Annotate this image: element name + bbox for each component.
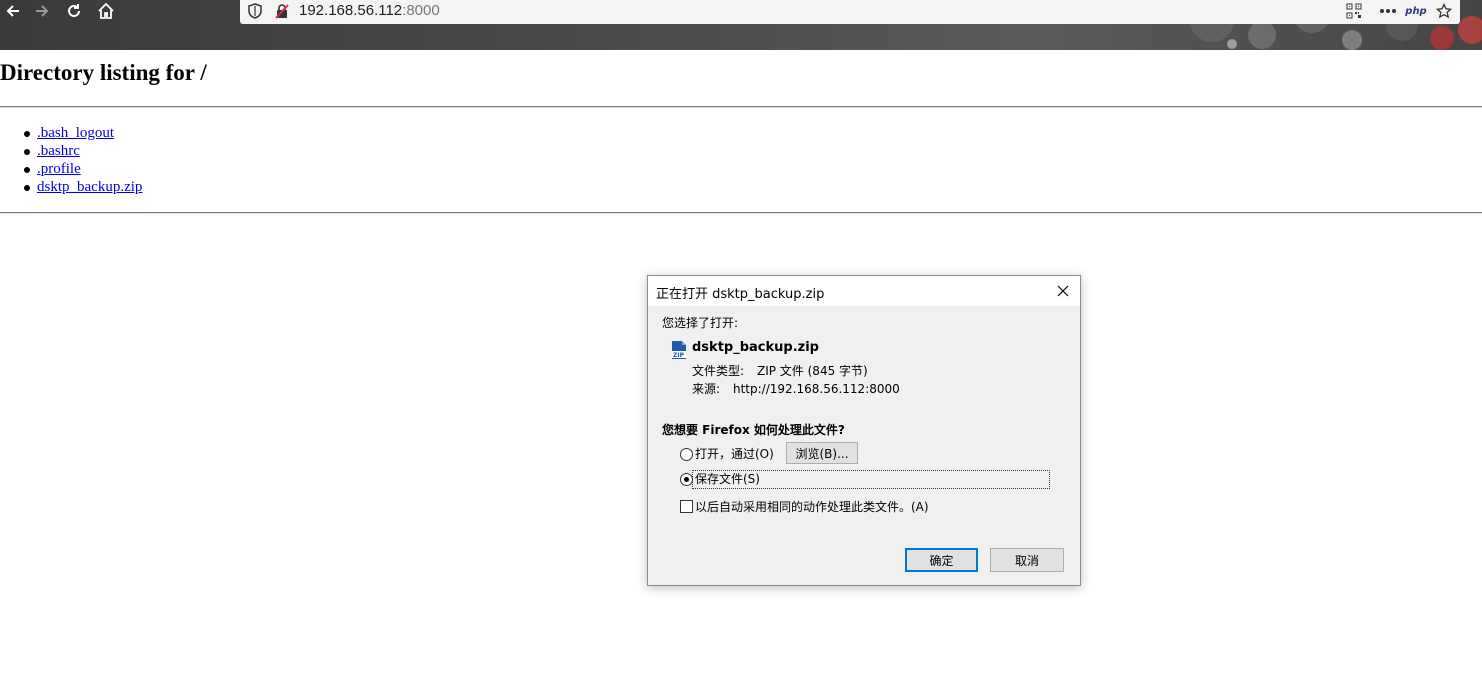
- list-item: .profile: [0, 160, 142, 178]
- cancel-button[interactable]: 取消: [990, 548, 1064, 572]
- url-bar[interactable]: 192.168.56.112:8000 php: [240, 0, 1460, 24]
- file-type-label: 文件类型:: [692, 364, 745, 378]
- forward-arrow-icon: [36, 5, 49, 17]
- open-with-radio[interactable]: [680, 448, 693, 461]
- insecure-connection-lock-icon[interactable]: [273, 2, 291, 20]
- url-host: 192.168.56.112: [299, 2, 403, 19]
- qr-code-icon: [1346, 3, 1362, 19]
- browser-toolbar: 192.168.56.112:8000 php: [0, 0, 1482, 50]
- dialog-close-button[interactable]: [1052, 280, 1074, 302]
- list-item: .bash_logout: [0, 124, 142, 142]
- file-list: .bash_logout .bashrc .profile dsktp_back…: [0, 124, 142, 196]
- list-item: dsktp_backup.zip: [0, 178, 142, 196]
- auto-action-checkbox[interactable]: [680, 500, 693, 513]
- file-link-bashrc[interactable]: .bashrc: [37, 143, 80, 159]
- bookmark-star-button[interactable]: [1434, 2, 1454, 20]
- dialog-title: 正在打开 dsktp_backup.zip: [656, 287, 825, 302]
- dialog-titlebar[interactable]: 正在打开 dsktp_backup.zip: [648, 276, 1080, 306]
- star-icon: [1436, 3, 1452, 19]
- file-link-dsktp-backup-zip[interactable]: dsktp_backup.zip: [37, 179, 142, 195]
- file-link-profile[interactable]: .profile: [37, 161, 81, 177]
- handling-question: 您想要 Firefox 如何处理此文件?: [662, 423, 845, 437]
- close-icon: [1057, 285, 1069, 297]
- reload-icon: [68, 4, 80, 17]
- home-button[interactable]: [93, 0, 119, 22]
- svg-text:ZIP: ZIP: [673, 352, 685, 359]
- top-divider: [0, 106, 1482, 108]
- zip-file-icon: ZIP: [672, 341, 686, 359]
- php-extension-button[interactable]: php: [1405, 2, 1427, 20]
- file-name: dsktp_backup.zip: [692, 340, 819, 355]
- file-type-value: ZIP 文件 (845 字节): [757, 364, 868, 378]
- download-dialog: 正在打开 dsktp_backup.zip 您选择了打开: ZIP dsktp_…: [647, 275, 1081, 586]
- forward-button[interactable]: [29, 0, 55, 22]
- tracking-protection-shield-icon[interactable]: [246, 2, 264, 20]
- more-dots-icon: [1380, 9, 1396, 13]
- save-file-label[interactable]: 保存文件(S): [695, 471, 760, 487]
- auto-action-label[interactable]: 以后自动采用相同的动作处理此类文件。(A): [695, 499, 929, 515]
- source-value: http://192.168.56.112:8000: [733, 382, 900, 396]
- php-badge: php: [1405, 5, 1427, 17]
- reload-button[interactable]: [61, 0, 87, 22]
- file-link-bash-logout[interactable]: .bash_logout: [37, 125, 114, 141]
- ok-button[interactable]: 确定: [905, 548, 978, 572]
- back-button[interactable]: [0, 0, 26, 22]
- source-label: 来源:: [692, 382, 721, 396]
- browse-button[interactable]: 浏览(B)...: [786, 442, 858, 464]
- url-port: :8000: [402, 2, 440, 19]
- chosen-label: 您选择了打开:: [662, 316, 739, 330]
- home-icon: [98, 2, 114, 19]
- page-actions-button[interactable]: [1378, 2, 1398, 20]
- list-item: .bashrc: [0, 142, 142, 160]
- qr-code-button[interactable]: [1344, 2, 1364, 20]
- bottom-divider: [0, 212, 1482, 214]
- back-arrow-icon: [6, 5, 19, 17]
- page-title: Directory listing for /: [0, 60, 207, 85]
- open-with-label[interactable]: 打开，通过(O): [695, 446, 774, 462]
- save-file-radio[interactable]: [680, 473, 693, 486]
- url-text[interactable]: 192.168.56.112:8000: [299, 1, 440, 21]
